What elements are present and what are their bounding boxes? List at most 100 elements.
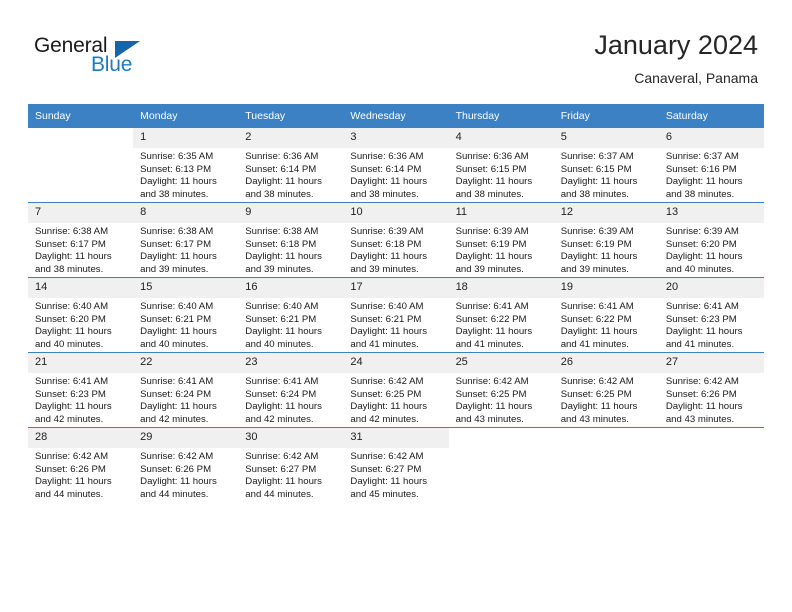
sunrise-text: Sunrise: 6:39 AM <box>560 226 634 237</box>
calendar-day-cell[interactable]: 25 Sunrise: 6:42 AM Sunset: 6:25 PM Dayligh… <box>448 352 554 428</box>
day-details: Sunrise: 6:39 AM Sunset: 6:18 PM Daylight:… <box>343 223 448 276</box>
day-number: 29 <box>133 428 239 448</box>
daylight-text-line1: Daylight: 11 hours <box>560 176 638 188</box>
day-number: 25 <box>448 353 554 373</box>
calendar-day-cell[interactable]: 4 Sunrise: 6:36 AM Sunset: 6:15 PM Daylight… <box>448 127 554 203</box>
weekday-header-row: Sunday Monday Tuesday Wednesday Thursday… <box>28 104 764 128</box>
day-cell-inner: 21 Sunrise: 6:41 AM Sunset: 6:23 PM Dayligh… <box>28 353 134 427</box>
daylight-text-line2: and 42 minutes. <box>245 413 314 425</box>
sunset-text: Sunset: 6:23 PM <box>665 313 737 325</box>
sunrise-text: Sunrise: 6:42 AM <box>350 451 424 462</box>
calendar-day-cell[interactable]: 30 Sunrise: 6:42 AM Sunset: 6:27 PM Dayligh… <box>238 427 344 502</box>
calendar-day-cell[interactable]: 2 Sunrise: 6:36 AM Sunset: 6:14 PM Daylight… <box>238 127 344 203</box>
calendar-day-cell[interactable]: 28 Sunrise: 6:42 AM Sunset: 6:26 PM Dayligh… <box>28 427 134 502</box>
daylight-text-line2: and 38 minutes. <box>665 188 735 200</box>
day-details: Sunrise: 6:42 AM Sunset: 6:25 PM Daylight:… <box>554 373 659 426</box>
day-cell-inner: 18 Sunrise: 6:41 AM Sunset: 6:22 PM Dayligh… <box>448 278 554 352</box>
day-number: 9 <box>238 203 344 223</box>
calendar-day-cell[interactable]: 8 Sunrise: 6:38 AM Sunset: 6:17 PM Daylight… <box>133 202 239 278</box>
sunset-text: Sunset: 6:20 PM <box>35 313 106 325</box>
daylight-text-line2: and 39 minutes. <box>350 263 419 275</box>
calendar-day-cell[interactable]: 13 Sunrise: 6:39 AM Sunset: 6:20 PM Dayligh… <box>658 202 764 278</box>
calendar-day-cell[interactable]: 9 Sunrise: 6:38 AM Sunset: 6:18 PM Daylight… <box>238 202 344 278</box>
sunset-text: Sunset: 6:20 PM <box>665 238 737 250</box>
weekday-header-wednesday: Wednesday <box>343 104 449 128</box>
sunrise-text: Sunrise: 6:42 AM <box>140 451 214 462</box>
day-number: 23 <box>238 353 344 373</box>
calendar-day-cell-empty <box>28 127 134 203</box>
sunset-text: Sunset: 6:17 PM <box>35 238 106 250</box>
calendar-day-cell[interactable]: 14 Sunrise: 6:40 AM Sunset: 6:20 PM Dayligh… <box>28 277 134 353</box>
day-cell-inner: 22 Sunrise: 6:41 AM Sunset: 6:24 PM Dayligh… <box>133 353 239 427</box>
calendar-week-row: 14 Sunrise: 6:40 AM Sunset: 6:20 PM Dayligh… <box>28 277 764 353</box>
day-number: 26 <box>553 353 659 373</box>
day-details: Sunrise: 6:35 AM Sunset: 6:13 PM Daylight:… <box>133 148 238 201</box>
calendar-day-cell[interactable]: 22 Sunrise: 6:41 AM Sunset: 6:24 PM Dayligh… <box>133 352 239 428</box>
general-blue-logo[interactable]: General Blue <box>34 34 214 90</box>
day-details: Sunrise: 6:36 AM Sunset: 6:14 PM Daylight:… <box>343 148 448 201</box>
day-details: Sunrise: 6:42 AM Sunset: 6:27 PM Daylight:… <box>238 448 343 501</box>
calendar-day-cell[interactable]: 29 Sunrise: 6:42 AM Sunset: 6:26 PM Dayligh… <box>133 427 239 502</box>
weekday-header-thursday: Thursday <box>448 104 554 128</box>
sunrise-text: Sunrise: 6:39 AM <box>350 226 424 237</box>
day-number: 27 <box>658 353 764 373</box>
calendar-day-cell[interactable]: 19 Sunrise: 6:41 AM Sunset: 6:22 PM Dayligh… <box>553 277 659 353</box>
calendar-day-cell[interactable]: 15 Sunrise: 6:40 AM Sunset: 6:21 PM Dayligh… <box>133 277 239 353</box>
sunrise-text: Sunrise: 6:42 AM <box>350 376 424 387</box>
daylight-text-line1: Daylight: 11 hours <box>455 251 533 263</box>
weekday-header-sunday: Sunday <box>28 104 134 128</box>
day-number: 1 <box>133 128 239 148</box>
calendar-day-cell[interactable]: 12 Sunrise: 6:39 AM Sunset: 6:19 PM Dayligh… <box>553 202 659 278</box>
daylight-text-line1: Daylight: 11 hours <box>665 251 743 263</box>
calendar-day-cell[interactable]: 24 Sunrise: 6:42 AM Sunset: 6:25 PM Dayligh… <box>343 352 449 428</box>
calendar-day-cell[interactable]: 18 Sunrise: 6:41 AM Sunset: 6:22 PM Dayligh… <box>448 277 554 353</box>
sunset-text: Sunset: 6:26 PM <box>35 463 106 475</box>
daylight-text-line1: Daylight: 11 hours <box>560 326 638 338</box>
calendar-day-cell[interactable]: 5 Sunrise: 6:37 AM Sunset: 6:15 PM Daylight… <box>553 127 659 203</box>
sunrise-text: Sunrise: 6:42 AM <box>560 376 634 387</box>
calendar-day-cell[interactable]: 20 Sunrise: 6:41 AM Sunset: 6:23 PM Dayligh… <box>658 277 764 353</box>
calendar-day-cell[interactable]: 17 Sunrise: 6:40 AM Sunset: 6:21 PM Dayligh… <box>343 277 449 353</box>
calendar-day-cell[interactable]: 16 Sunrise: 6:40 AM Sunset: 6:21 PM Dayligh… <box>238 277 344 353</box>
calendar-day-cell[interactable]: 23 Sunrise: 6:41 AM Sunset: 6:24 PM Dayligh… <box>238 352 344 428</box>
daylight-text-line2: and 45 minutes. <box>350 488 419 500</box>
day-cell-inner: 3 Sunrise: 6:36 AM Sunset: 6:14 PM Daylight… <box>343 128 449 202</box>
sunset-text: Sunset: 6:27 PM <box>350 463 422 475</box>
daylight-text-line2: and 39 minutes. <box>140 263 209 275</box>
day-number: 4 <box>448 128 554 148</box>
sunset-text: Sunset: 6:13 PM <box>140 163 212 175</box>
day-number: 13 <box>658 203 764 223</box>
day-number <box>554 428 659 448</box>
calendar-day-cell-empty <box>448 427 554 502</box>
calendar-day-cell[interactable]: 3 Sunrise: 6:36 AM Sunset: 6:14 PM Daylight… <box>343 127 449 203</box>
calendar-day-cell[interactable]: 11 Sunrise: 6:39 AM Sunset: 6:19 PM Dayligh… <box>448 202 554 278</box>
daylight-text-line2: and 38 minutes. <box>245 188 314 200</box>
calendar-day-cell[interactable]: 26 Sunrise: 6:42 AM Sunset: 6:25 PM Dayligh… <box>553 352 659 428</box>
day-cell-inner: 4 Sunrise: 6:36 AM Sunset: 6:15 PM Daylight… <box>448 128 554 202</box>
sunset-text: Sunset: 6:14 PM <box>350 163 422 175</box>
calendar-day-cell[interactable]: 6 Sunrise: 6:37 AM Sunset: 6:16 PM Daylight… <box>658 127 764 203</box>
sunset-text: Sunset: 6:26 PM <box>665 388 737 400</box>
calendar-day-cell[interactable]: 21 Sunrise: 6:41 AM Sunset: 6:23 PM Dayligh… <box>28 352 134 428</box>
daylight-text-line2: and 42 minutes. <box>350 413 419 425</box>
day-number: 21 <box>28 353 134 373</box>
calendar-day-cell[interactable]: 10 Sunrise: 6:39 AM Sunset: 6:18 PM Dayligh… <box>343 202 449 278</box>
day-number: 31 <box>343 428 449 448</box>
day-cell-inner <box>554 428 659 502</box>
day-number: 11 <box>448 203 554 223</box>
day-cell-inner: 31 Sunrise: 6:42 AM Sunset: 6:27 PM Dayligh… <box>343 428 449 502</box>
calendar-day-cell[interactable]: 27 Sunrise: 6:42 AM Sunset: 6:26 PM Dayligh… <box>658 352 764 428</box>
calendar-day-cell[interactable]: 7 Sunrise: 6:38 AM Sunset: 6:17 PM Daylight… <box>28 202 134 278</box>
day-details: Sunrise: 6:40 AM Sunset: 6:21 PM Daylight:… <box>238 298 343 351</box>
daylight-text-line1: Daylight: 11 hours <box>245 251 322 263</box>
calendar-day-cell[interactable]: 1 Sunrise: 6:35 AM Sunset: 6:13 PM Daylight… <box>133 127 239 203</box>
day-details: Sunrise: 6:41 AM Sunset: 6:23 PM Daylight:… <box>659 298 764 351</box>
sunrise-text: Sunrise: 6:36 AM <box>455 151 529 162</box>
day-details <box>28 148 133 151</box>
calendar-day-cell[interactable]: 31 Sunrise: 6:42 AM Sunset: 6:27 PM Dayligh… <box>343 427 449 502</box>
daylight-text-line2: and 40 minutes. <box>245 338 314 350</box>
day-cell-inner: 16 Sunrise: 6:40 AM Sunset: 6:21 PM Dayligh… <box>238 278 344 352</box>
daylight-text-line2: and 44 minutes. <box>35 488 104 500</box>
daylight-text-line2: and 42 minutes. <box>140 413 209 425</box>
sunset-text: Sunset: 6:26 PM <box>140 463 212 475</box>
